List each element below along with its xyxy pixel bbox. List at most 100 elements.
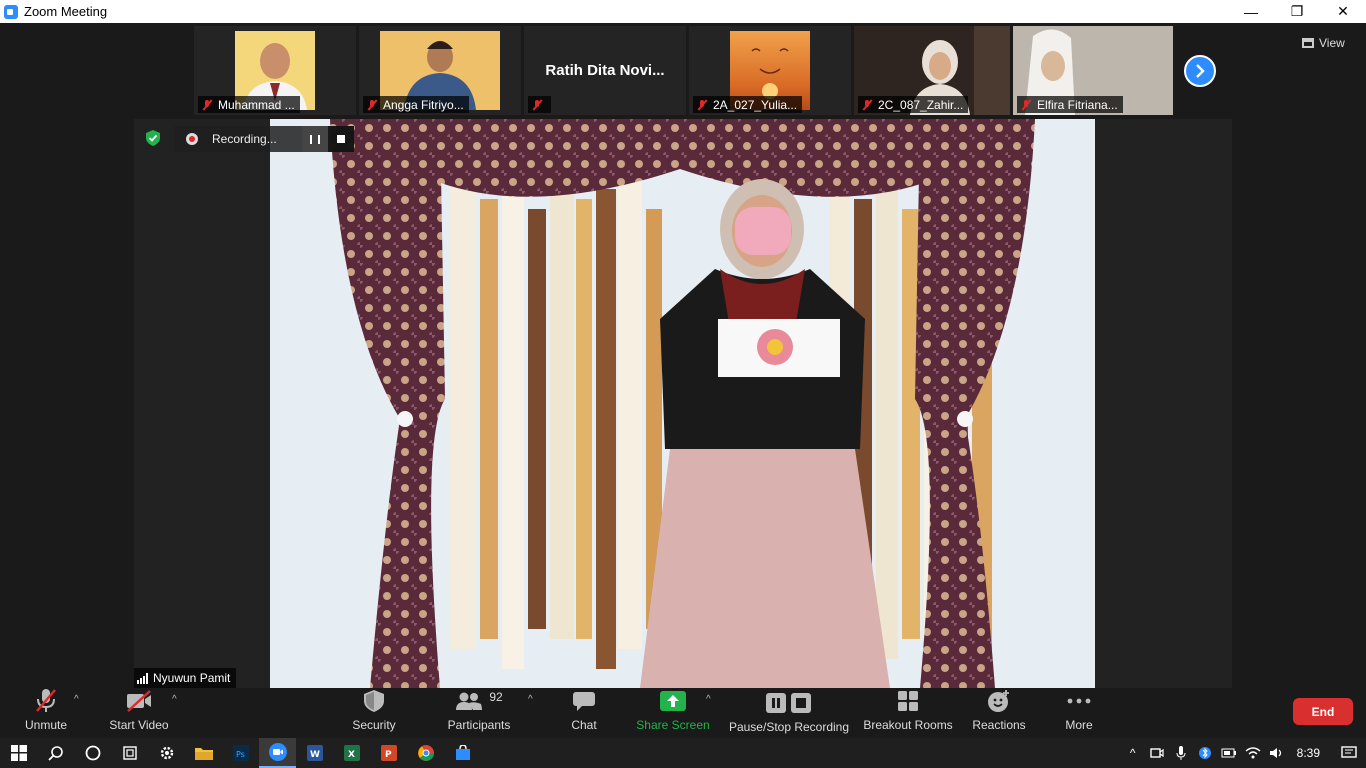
start-video-button[interactable]: Start Video xyxy=(105,688,173,738)
share-screen-button[interactable]: Share Screen xyxy=(634,688,712,738)
end-meeting-button[interactable]: End xyxy=(1293,698,1353,725)
participant-name-label: 2C_087_Zahir... xyxy=(858,96,969,113)
pause-stop-icon xyxy=(765,690,813,716)
meeting-toolbar: Unmute ^ Start Video ^ Security 92 Parti… xyxy=(0,688,1366,738)
pause-recording-icon[interactable] xyxy=(302,126,328,152)
unmute-button[interactable]: Unmute xyxy=(20,688,72,738)
participant-tile[interactable]: 2A_027_Yulia... xyxy=(689,26,851,115)
svg-text:X: X xyxy=(348,750,355,760)
active-speaker-area: Recording... Nyuwun Pamit xyxy=(134,119,1232,688)
speaker-video-frame xyxy=(270,119,1095,688)
notifications-icon[interactable] xyxy=(1332,746,1366,760)
bluetooth-icon[interactable] xyxy=(1193,746,1217,760)
reactions-button[interactable]: Reactions xyxy=(970,688,1028,738)
start-video-label: Start Video xyxy=(109,718,169,732)
windows-start-icon[interactable] xyxy=(0,738,37,768)
breakout-rooms-button[interactable]: Breakout Rooms xyxy=(862,688,954,738)
photoshop-icon[interactable]: Ps xyxy=(222,738,259,768)
unmute-label: Unmute xyxy=(24,718,68,732)
chevron-right-icon xyxy=(1196,64,1205,78)
participant-tile[interactable]: Muhammad ... xyxy=(194,26,356,115)
participant-name-label: 2A_027_Yulia... xyxy=(693,96,803,113)
svg-text:W: W xyxy=(310,750,320,760)
speaker-name-label: Nyuwun Pamit xyxy=(134,668,237,688)
stop-recording-icon[interactable] xyxy=(328,126,354,152)
chat-bubble-icon xyxy=(572,688,596,714)
search-icon[interactable] xyxy=(37,738,74,768)
recording-label: Recording... xyxy=(212,132,277,146)
participant-tile[interactable]: Angga Fitriyo... xyxy=(359,26,521,115)
task-view-icon[interactable] xyxy=(111,738,148,768)
participant-name-label: Angga Fitriyo... xyxy=(363,96,469,113)
powerpoint-icon[interactable]: P xyxy=(370,738,407,768)
participant-name: Elfira Fitriana... xyxy=(1037,97,1118,112)
more-button[interactable]: More xyxy=(1060,688,1098,738)
smiley-plus-icon xyxy=(987,688,1011,714)
next-page-button[interactable] xyxy=(1184,55,1216,87)
chevron-up-icon[interactable]: ^ xyxy=(1121,746,1145,760)
participant-tile[interactable]: 2C_087_Zahir... xyxy=(854,26,1010,115)
svg-text:Ps: Ps xyxy=(236,750,245,759)
participant-name-label xyxy=(528,96,551,113)
reactions-label: Reactions xyxy=(972,718,1026,732)
minimize-button[interactable]: — xyxy=(1228,0,1274,23)
active-speaker-video xyxy=(270,119,1095,688)
breakout-rooms-grid-icon xyxy=(897,688,919,714)
pause-stop-recording-button[interactable]: Pause/Stop Recording xyxy=(728,688,850,738)
chrome-icon[interactable] xyxy=(407,738,444,768)
battery-icon[interactable] xyxy=(1217,748,1241,758)
share-screen-label: Share Screen xyxy=(636,718,710,732)
chat-label: Chat xyxy=(571,718,597,732)
cortana-icon[interactable] xyxy=(74,738,111,768)
wifi-icon[interactable] xyxy=(1241,747,1265,759)
share-options-caret-icon[interactable]: ^ xyxy=(706,694,711,705)
recording-controls xyxy=(302,126,354,152)
settings-gear-icon[interactable] xyxy=(148,738,185,768)
share-screen-arrow-icon xyxy=(660,688,686,714)
excel-icon[interactable]: X xyxy=(333,738,370,768)
participants-button[interactable]: 92 Participants xyxy=(444,688,514,738)
video-off-icon xyxy=(125,688,153,714)
mic-muted-icon xyxy=(696,99,708,111)
participant-tile[interactable]: Ratih Dita Novi... xyxy=(524,26,686,115)
window-title: Zoom Meeting xyxy=(24,4,108,19)
clock-time[interactable]: 8:39 xyxy=(1297,746,1320,760)
restore-button[interactable]: ❐ xyxy=(1274,0,1320,23)
security-button[interactable]: Security xyxy=(348,688,400,738)
participant-tile[interactable]: Elfira Fitriana... xyxy=(1013,26,1173,115)
meeting-area: Muhammad ... Angga Fitriyo... Ratih Dita… xyxy=(0,23,1366,688)
participant-display-name: Ratih Dita Novi... xyxy=(545,62,665,79)
gallery-strip: Muhammad ... Angga Fitriyo... Ratih Dita… xyxy=(194,26,1173,115)
volume-icon[interactable] xyxy=(1265,747,1289,759)
view-button[interactable]: View xyxy=(1302,33,1345,53)
participant-name: Muhammad ... xyxy=(218,97,295,112)
participants-count: 92 xyxy=(489,690,503,704)
window-controls: — ❐ ✕ xyxy=(1228,0,1366,23)
close-button[interactable]: ✕ xyxy=(1320,0,1366,23)
audio-options-caret-icon[interactable]: ^ xyxy=(74,694,79,705)
signal-strength-icon xyxy=(137,672,148,684)
meet-now-camera-icon[interactable] xyxy=(1145,747,1169,759)
view-grid-icon xyxy=(1302,38,1314,48)
system-tray: ^ 8:39 xyxy=(1121,738,1366,768)
shield-icon xyxy=(364,688,384,714)
word-icon[interactable]: W xyxy=(296,738,333,768)
participants-label: Participants xyxy=(447,718,511,732)
mic-muted-icon xyxy=(1020,99,1032,111)
chat-button[interactable]: Chat xyxy=(564,688,604,738)
store-icon[interactable] xyxy=(444,738,481,768)
participant-name: 2C_087_Zahir... xyxy=(878,97,964,112)
mic-muted-icon xyxy=(861,99,873,111)
participants-icon: 92 xyxy=(455,688,503,714)
participants-options-caret-icon[interactable]: ^ xyxy=(528,694,533,705)
encryption-shield-icon[interactable] xyxy=(146,130,160,146)
svg-text:P: P xyxy=(385,750,392,760)
pause-stop-recording-label: Pause/Stop Recording xyxy=(728,720,850,734)
video-options-caret-icon[interactable]: ^ xyxy=(172,694,177,705)
window-titlebar: Zoom Meeting — ❐ ✕ xyxy=(0,0,1366,23)
participant-name: 2A_027_Yulia... xyxy=(713,97,798,112)
zoom-taskbar-icon[interactable] xyxy=(259,738,296,768)
recording-indicator: Recording... xyxy=(174,126,354,152)
file-explorer-icon[interactable] xyxy=(185,738,222,768)
microphone-icon[interactable] xyxy=(1169,746,1193,760)
